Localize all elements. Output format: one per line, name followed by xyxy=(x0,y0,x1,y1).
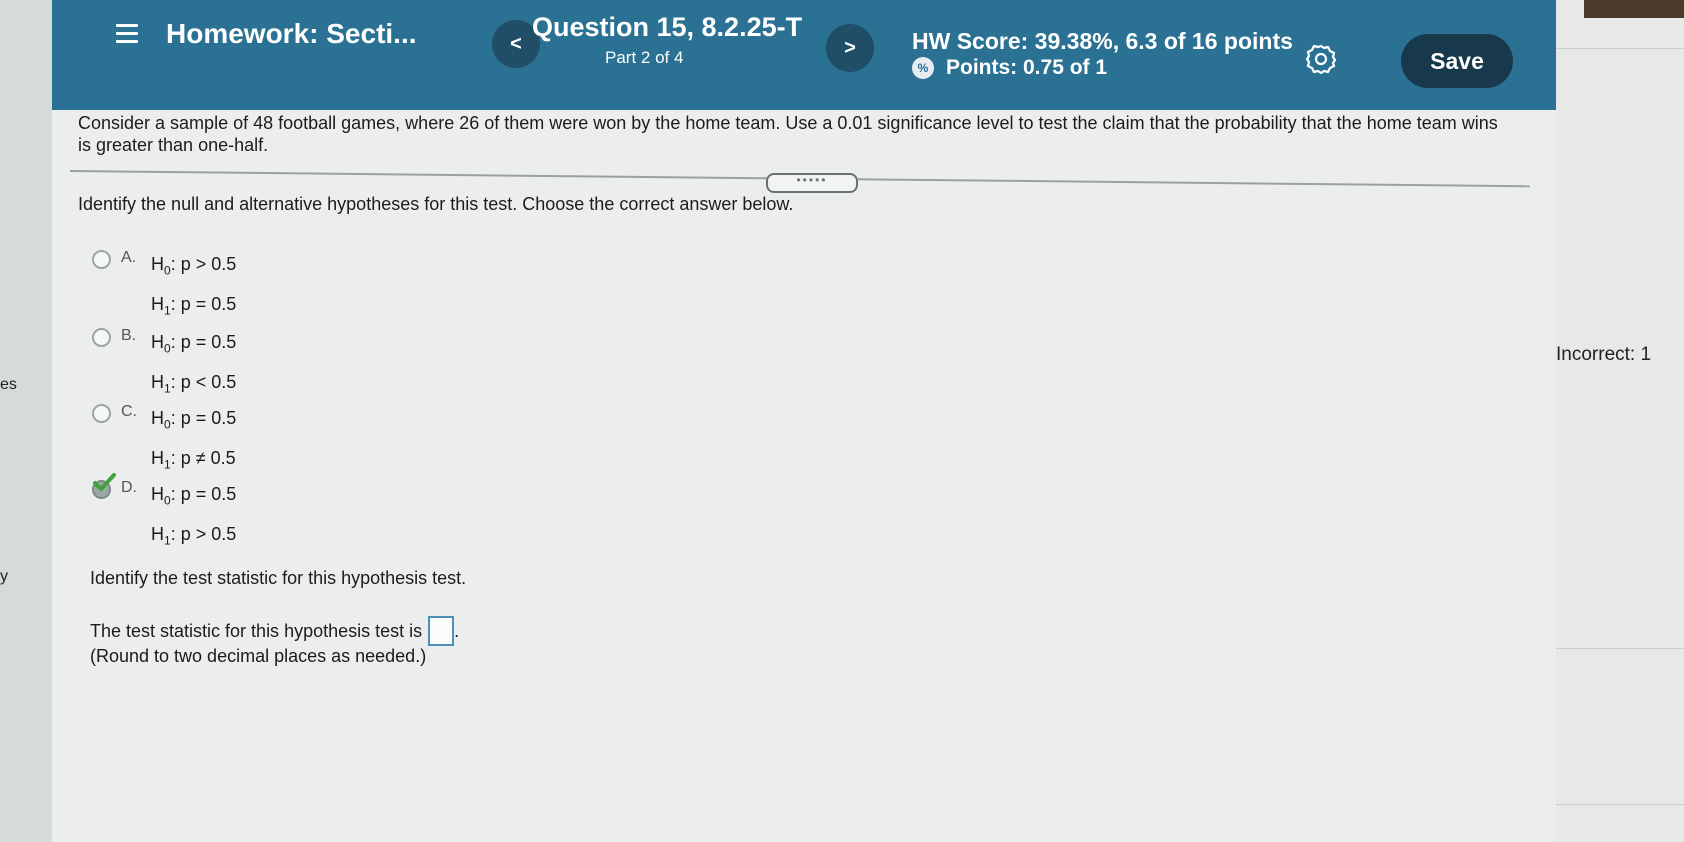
choice-b[interactable]: B. H0: p = 0.5 H1: p < 0.5 xyxy=(92,326,236,405)
instruction-text: Identify the null and alternative hypoth… xyxy=(78,194,794,214)
test-statistic-label: The test statistic for this hypothesis t… xyxy=(90,620,423,641)
next-question-button[interactable]: > xyxy=(826,24,874,72)
left-edge-text-y: y xyxy=(0,568,8,585)
left-edge-text: es xyxy=(0,376,17,393)
hw-score: HW Score: 39.38%, 6.3 of 16 points xyxy=(912,28,1293,54)
homework-title[interactable]: Homework: Secti... xyxy=(166,18,417,50)
checkmark-icon xyxy=(93,473,116,491)
null-hypothesis: p > 0.5 xyxy=(180,254,237,274)
choice-letter: A. xyxy=(121,249,137,266)
hypotheses: H0: p = 0.5 H1: p ≠ 0.5 xyxy=(151,408,237,472)
choice-d[interactable]: D. H0: p = 0.5 H1: p > 0.5 xyxy=(92,473,237,557)
choice-a[interactable]: A. H0: p > 0.5 H1: p = 0.5 xyxy=(92,248,236,327)
radio-c[interactable] xyxy=(92,404,111,423)
right-divider xyxy=(1554,804,1684,805)
gear-icon[interactable] xyxy=(1306,44,1336,74)
right-divider xyxy=(1554,48,1684,49)
radio-b[interactable] xyxy=(92,328,111,347)
menu-icon[interactable] xyxy=(116,24,138,43)
hypotheses: H0: p > 0.5 H1: p = 0.5 xyxy=(151,254,237,318)
background-corner xyxy=(1584,0,1684,18)
background-right xyxy=(1554,0,1684,842)
radio-a[interactable] xyxy=(92,250,111,269)
null-hypothesis: p = 0.5 xyxy=(180,484,237,504)
question-prompt: Consider a sample of 48 football games, … xyxy=(78,113,1498,155)
test-statistic-input[interactable] xyxy=(428,616,455,646)
test-statistic-question: Identify the test statistic for this hyp… xyxy=(90,568,467,588)
save-button[interactable]: Save xyxy=(1401,34,1513,88)
alt-hypothesis: p < 0.5 xyxy=(180,371,237,392)
null-hypothesis: p = 0.5 xyxy=(180,332,237,352)
choice-c[interactable]: C. H0: p = 0.5 H1: p ≠ 0.5 xyxy=(92,402,236,481)
period: . xyxy=(454,620,460,641)
alt-hypothesis: p = 0.5 xyxy=(180,293,237,314)
hypotheses: H0: p = 0.5 H1: p > 0.5 xyxy=(151,484,237,548)
points-row: % Points: 0.75 of 1 xyxy=(912,56,1107,80)
percent-icon: % xyxy=(912,57,934,79)
choice-letter: D. xyxy=(121,479,137,496)
question-part: Part 2 of 4 xyxy=(605,48,684,67)
test-statistic-line: The test statistic for this hypothesis t… xyxy=(90,616,459,646)
choice-letter: B. xyxy=(121,327,137,344)
null-hypothesis: p = 0.5 xyxy=(180,408,237,428)
points-text: Points: 0.75 of 1 xyxy=(946,56,1108,79)
rounding-note: (Round to two decimal places as needed.) xyxy=(90,646,427,666)
question-panel: Homework: Secti... < Question 15, 8.2.25… xyxy=(52,0,1556,842)
alt-hypothesis: p > 0.5 xyxy=(180,523,237,544)
hypotheses: H0: p = 0.5 H1: p < 0.5 xyxy=(151,332,237,396)
resize-handle[interactable]: ••••• xyxy=(766,173,858,193)
alt-hypothesis: p ≠ 0.5 xyxy=(180,447,236,468)
header-bar: Homework: Secti... < Question 15, 8.2.25… xyxy=(52,0,1556,110)
incorrect-count: Incorrect: 1 xyxy=(1556,344,1652,365)
question-title: Question 15, 8.2.25-T xyxy=(532,12,803,42)
right-divider xyxy=(1554,648,1684,649)
choice-letter: C. xyxy=(121,403,137,420)
